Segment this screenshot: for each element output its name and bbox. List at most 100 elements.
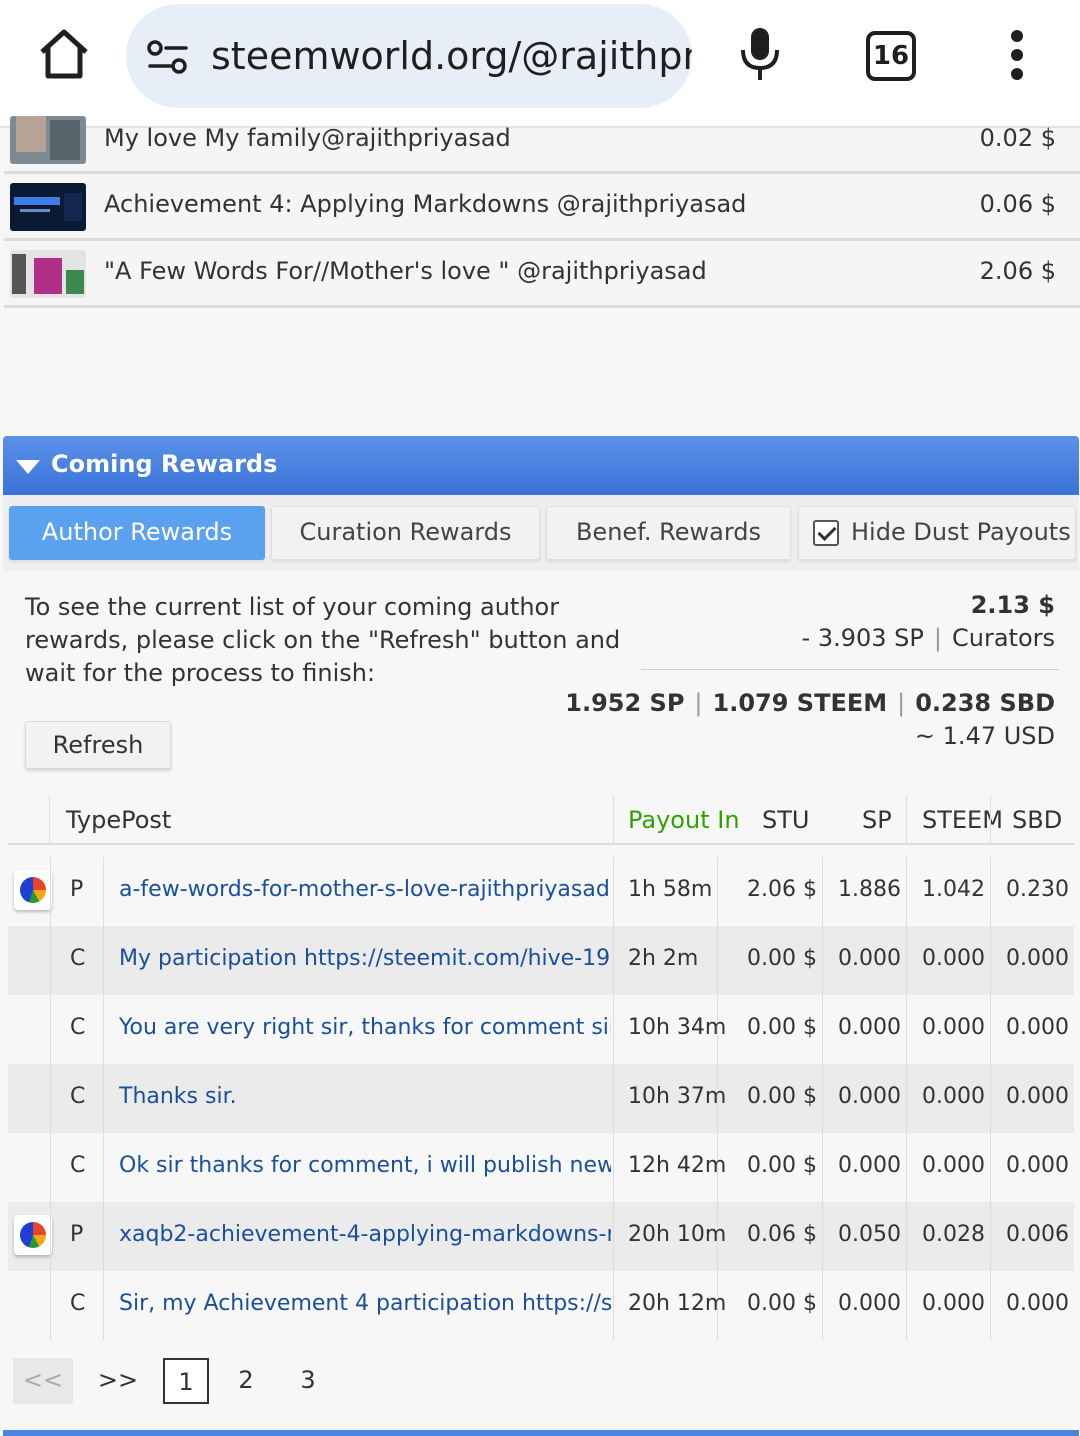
vote-pie-chart-icon[interactable]: [14, 1215, 52, 1255]
post-thumbnail: [10, 183, 86, 231]
header-sbd[interactable]: SBD: [1012, 806, 1062, 834]
post-thumbnail: [10, 250, 86, 298]
row-stu: 2.06 $: [747, 877, 817, 902]
recent-posts-list: My love My family@rajithpriyasad 0.02 $ …: [4, 116, 1080, 308]
tab-benef-rewards[interactable]: Benef. Rewards: [546, 506, 791, 560]
table-row[interactable]: P a-few-words-for-mother-s-love-rajithpr…: [8, 857, 1074, 926]
row-post-link[interactable]: a-few-words-for-mother-s-love-rajithpriy…: [119, 877, 611, 902]
row-post-link[interactable]: xaqb2-achievement-4-applying-markdowns-r…: [119, 1222, 611, 1247]
row-stu: 0.00 $: [747, 1084, 817, 1109]
row-type: P: [70, 1222, 84, 1247]
row-type: C: [70, 946, 86, 971]
table-row[interactable]: C Thanks sir. 10h 37m 0.00 $ 0.000 0.000…: [8, 1064, 1074, 1133]
row-payout-in: 20h 12m: [628, 1291, 727, 1316]
row-steem: 0.000: [922, 1153, 985, 1178]
row-payout-in: 2h 2m: [628, 946, 699, 971]
refresh-button[interactable]: Refresh: [25, 721, 171, 769]
page-3-button[interactable]: 3: [290, 1358, 326, 1404]
row-sp: 0.000: [838, 1015, 901, 1040]
home-icon[interactable]: [36, 26, 92, 82]
column-divider: [613, 795, 614, 845]
row-post-link[interactable]: You are very right sir, thanks for comme…: [119, 1015, 611, 1040]
row-payout-in: 10h 37m: [628, 1084, 727, 1109]
post-thumbnail: [10, 116, 86, 164]
row-post-link[interactable]: Sir, my Achievement 4 participation http…: [119, 1291, 611, 1316]
page-1-button[interactable]: 1: [163, 1358, 209, 1404]
usd-amount: ~ 1.47 USD: [914, 722, 1055, 750]
row-type: C: [70, 1084, 86, 1109]
row-sbd: 0.000: [1006, 1084, 1069, 1109]
post-row[interactable]: "A Few Words For//Mother's love " @rajit…: [4, 241, 1080, 308]
table-row[interactable]: C My participation https://steemit.com/h…: [8, 926, 1074, 995]
column-divider: [906, 795, 907, 845]
row-steem: 0.000: [922, 1084, 985, 1109]
row-steem: 0.000: [922, 1291, 985, 1316]
row-type: C: [70, 1015, 86, 1040]
row-type: P: [70, 877, 84, 902]
post-row[interactable]: My love My family@rajithpriyasad 0.02 $: [4, 116, 1080, 174]
header-typepost[interactable]: TypePost: [66, 806, 171, 834]
tab-curation-rewards[interactable]: Curation Rewards: [271, 506, 540, 560]
row-stu: 0.00 $: [747, 1153, 817, 1178]
page-2-button[interactable]: 2: [228, 1358, 264, 1404]
curators-sp: - 3.903 SP: [801, 624, 924, 652]
info-text: To see the current list of your coming a…: [25, 593, 621, 687]
site-settings-icon[interactable]: [146, 37, 190, 77]
curators-summary: - 3.903 SP | Curators: [801, 624, 1055, 652]
header-payout-in[interactable]: Payout In: [628, 806, 740, 834]
rewards-table: TypePost Payout In STU SP STEEM SBD P a-…: [8, 795, 1074, 1340]
row-payout-in: 20h 10m: [628, 1222, 727, 1247]
row-sp: 0.000: [838, 946, 901, 971]
hide-dust-label: Hide Dust Payouts: [851, 518, 1071, 546]
row-sp: 0.000: [838, 1291, 901, 1316]
checkbox-checked-icon[interactable]: [813, 520, 839, 546]
panel-title: Coming Rewards: [51, 450, 278, 478]
row-payout-in: 10h 34m: [628, 1015, 727, 1040]
table-row[interactable]: P xaqb2-achievement-4-applying-markdowns…: [8, 1202, 1074, 1271]
row-type: C: [70, 1153, 86, 1178]
address-bar[interactable]: steemworld.org/@rajithpriy: [126, 4, 692, 108]
column-divider: [990, 795, 991, 845]
next-page-button[interactable]: >>: [90, 1358, 146, 1404]
table-row[interactable]: C Ok sir thanks for comment, i will publ…: [8, 1133, 1074, 1202]
more-menu-icon[interactable]: [1008, 30, 1026, 82]
post-title[interactable]: Achievement 4: Applying Markdowns @rajit…: [104, 190, 746, 218]
row-sp: 0.000: [838, 1084, 901, 1109]
microphone-icon[interactable]: [738, 26, 782, 84]
sbd-amount: 0.238 SBD: [915, 689, 1055, 717]
divider: [641, 669, 1059, 670]
row-sp: 0.000: [838, 1153, 901, 1178]
url-text[interactable]: steemworld.org/@rajithpriy: [211, 34, 692, 78]
row-post-link[interactable]: My participation https://steemit.com/hiv…: [119, 946, 611, 971]
curators-label: Curators: [951, 624, 1055, 652]
header-stu[interactable]: STU: [762, 806, 809, 834]
table-header: TypePost Payout In STU SP STEEM SBD: [8, 795, 1074, 845]
tab-switcher-button[interactable]: 16: [866, 31, 916, 81]
post-title[interactable]: "A Few Words For//Mother's love " @rajit…: [104, 257, 707, 285]
rewards-tabs: Author Rewards Curation Rewards Benef. R…: [3, 495, 1079, 571]
rewards-total: 2.13 $: [970, 591, 1055, 619]
row-sbd: 0.230: [1006, 877, 1069, 902]
prev-page-button[interactable]: <<: [13, 1358, 73, 1404]
row-sp: 1.886: [838, 877, 901, 902]
vote-pie-chart-icon[interactable]: [14, 870, 52, 910]
table-row[interactable]: C You are very right sir, thanks for com…: [8, 995, 1074, 1064]
post-row[interactable]: Achievement 4: Applying Markdowns @rajit…: [4, 174, 1080, 241]
browser-toolbar: steemworld.org/@rajithpriy 16: [0, 0, 1080, 128]
pagination: << >> 1 2 3: [8, 1348, 1074, 1418]
row-sbd: 0.000: [1006, 946, 1069, 971]
coming-rewards-header[interactable]: Coming Rewards: [3, 436, 1079, 495]
post-title[interactable]: My love My family@rajithpriyasad: [104, 124, 511, 152]
post-value: 0.06 $: [979, 190, 1056, 218]
row-post-link[interactable]: Thanks sir.: [119, 1084, 611, 1109]
hide-dust-payouts-toggle[interactable]: Hide Dust Payouts: [798, 506, 1076, 560]
sp-amount: 1.952 SP: [565, 689, 685, 717]
steem-amount: 1.079 STEEM: [712, 689, 888, 717]
row-sp: 0.050: [838, 1222, 901, 1247]
row-post-link[interactable]: Ok sir thanks for comment, i will publis…: [119, 1153, 611, 1178]
row-steem: 1.042: [922, 877, 985, 902]
table-row[interactable]: C Sir, my Achievement 4 participation ht…: [8, 1271, 1074, 1340]
tab-author-rewards[interactable]: Author Rewards: [9, 506, 265, 560]
collapse-triangle-icon[interactable]: [16, 460, 40, 474]
header-sp[interactable]: SP: [862, 806, 892, 834]
